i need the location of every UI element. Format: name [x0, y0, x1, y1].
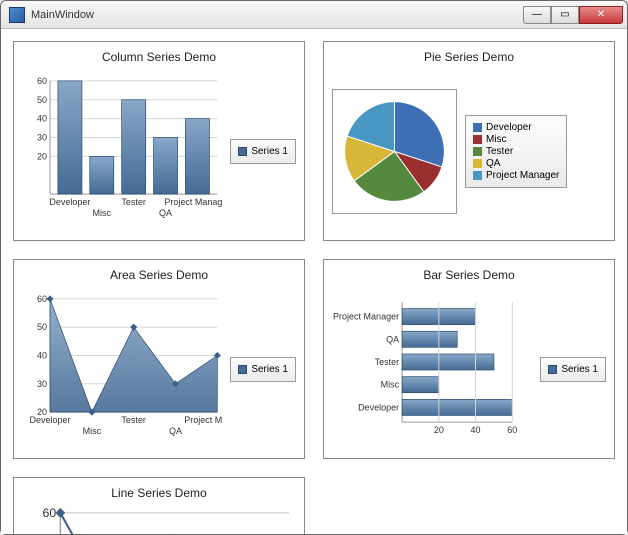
panel-title: Area Series Demo [110, 268, 208, 282]
svg-text:40: 40 [37, 114, 47, 124]
svg-text:50: 50 [37, 95, 47, 105]
svg-text:Developer: Developer [358, 402, 399, 412]
area-chart: 2030405060 DeveloperMiscTesterQAProject … [22, 288, 222, 450]
svg-text:Project Manager: Project Manager [164, 197, 222, 207]
legend-item: Tester [473, 146, 559, 157]
svg-text:Tester: Tester [121, 415, 146, 425]
panel-pie: Pie Series Demo DeveloperMiscTesterQAPro… [323, 41, 615, 241]
panel-title: Column Series Demo [102, 50, 216, 64]
legend-swatch-icon [473, 135, 482, 144]
legend-item: Project Manager [473, 170, 559, 181]
svg-text:Project Manager: Project Manager [184, 415, 222, 425]
bar-chart: Project Manager QA Tester Misc Developer 20 4… [332, 288, 532, 450]
legend-item: Misc [473, 134, 559, 145]
legend-label: Series 1 [251, 364, 288, 375]
svg-text:30: 30 [37, 132, 47, 142]
svg-text:30: 30 [37, 379, 47, 389]
panel-title: Pie Series Demo [424, 50, 514, 64]
svg-text:60: 60 [43, 506, 57, 520]
svg-text:QA: QA [159, 208, 172, 218]
legend: Series 1 [230, 139, 296, 164]
svg-text:QA: QA [169, 426, 182, 436]
legend-label: Misc [486, 134, 507, 145]
panel-title: Line Series Demo [111, 486, 206, 500]
legend-swatch-icon [238, 365, 247, 374]
legend: Series 1 [540, 357, 606, 382]
window-titlebar: MainWindow — ▭ ✕ [1, 1, 627, 29]
close-button[interactable]: ✕ [579, 6, 623, 24]
legend-swatch-icon [473, 171, 482, 180]
svg-text:Misc: Misc [83, 426, 102, 436]
window-title: MainWindow [31, 9, 523, 21]
panel-bar: Bar Series Demo Project Manager QA Tester M… [323, 259, 615, 459]
scroll-container[interactable]: Column Series Demo 2030405060 DeveloperM… [1, 29, 627, 534]
content-area: Column Series Demo 2030405060 DeveloperM… [1, 29, 627, 534]
svg-text:60: 60 [37, 76, 47, 86]
minimize-button[interactable]: — [523, 6, 551, 24]
legend-swatch-icon [238, 147, 247, 156]
maximize-button[interactable]: ▭ [551, 6, 579, 24]
pie-chart [332, 89, 457, 214]
svg-text:20: 20 [37, 151, 47, 161]
svg-text:20: 20 [434, 425, 444, 435]
legend-swatch-icon [473, 123, 482, 132]
app-icon [9, 7, 25, 23]
legend: DeveloperMiscTesterQAProject Manager [465, 115, 567, 188]
svg-text:Misc: Misc [381, 380, 400, 390]
legend-label: QA [486, 158, 500, 169]
svg-text:Misc: Misc [93, 208, 112, 218]
legend-swatch-icon [473, 159, 482, 168]
svg-text:Tester: Tester [375, 357, 400, 367]
svg-text:60: 60 [507, 425, 517, 435]
legend-item: Developer [473, 122, 559, 133]
legend-swatch-icon [473, 147, 482, 156]
panel-area: Area Series Demo 2030405060 DeveloperMis… [13, 259, 305, 459]
panel-line: Line Series Demo 60 [13, 477, 305, 534]
svg-text:40: 40 [471, 425, 481, 435]
legend-label: Series 1 [251, 146, 288, 157]
window-controls: — ▭ ✕ [523, 6, 623, 24]
svg-text:50: 50 [37, 322, 47, 332]
line-chart: 60 [22, 506, 296, 534]
legend-label: Project Manager [486, 170, 559, 181]
column-chart: 20 30 40 50 60 DeveloperMisc Tester QAProject … [22, 70, 222, 232]
panel-column: Column Series Demo 20 30 40 50 60 DeveloperM… [13, 41, 305, 241]
svg-text:40: 40 [37, 350, 47, 360]
legend-swatch-icon [548, 365, 557, 374]
legend-label: Developer [486, 122, 532, 133]
svg-text:Developer: Developer [49, 197, 90, 207]
svg-text:Project Manager: Project Manager [333, 312, 399, 322]
legend-label: Series 1 [561, 364, 598, 375]
legend-item: QA [473, 158, 559, 169]
svg-text:QA: QA [386, 334, 399, 344]
svg-text:Tester: Tester [121, 197, 146, 207]
panel-title: Bar Series Demo [423, 268, 514, 282]
legend-label: Tester [486, 146, 513, 157]
svg-text:60: 60 [37, 294, 47, 304]
svg-text:Developer: Developer [30, 415, 71, 425]
legend: Series 1 [230, 357, 296, 382]
